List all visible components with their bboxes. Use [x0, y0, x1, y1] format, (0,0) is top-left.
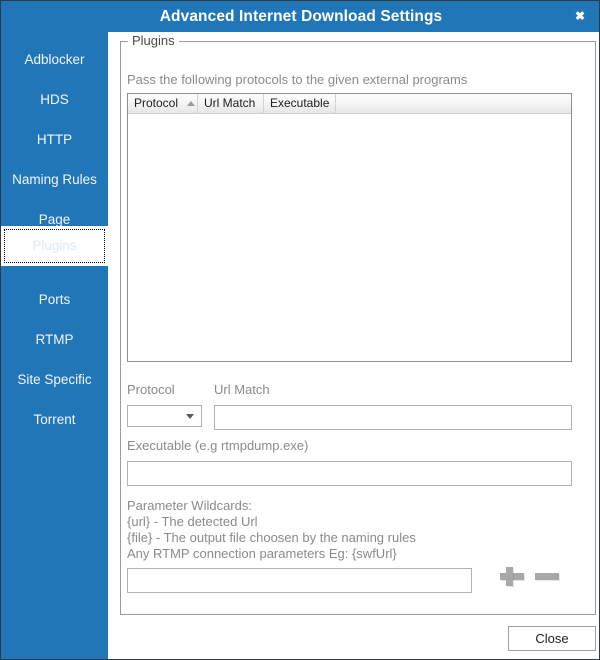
column-header-url-match[interactable]: Url Match [198, 94, 264, 113]
wildcard-line-url: {url} - The detected Url [127, 514, 258, 529]
wildcards-heading: Parameter Wildcards: [127, 498, 252, 513]
settings-dialog: Advanced Internet Download Settings ✖ Ad… [0, 0, 600, 660]
content-pane: Plugins Pass the following protocols to … [108, 32, 599, 659]
sidebar-item-site-specific[interactable]: Site Specific [1, 366, 108, 394]
sidebar-item-http[interactable]: HTTP [1, 126, 108, 154]
protocol-select[interactable] [127, 405, 202, 427]
sidebar-item-label: RTMP [35, 332, 74, 347]
column-header-protocol[interactable]: Protocol [128, 94, 198, 113]
sidebar-item-label: Naming Rules [12, 172, 97, 187]
wildcard-line-rtmp: Any RTMP connection parameters Eg: {swfU… [127, 546, 397, 561]
executable-input[interactable] [127, 461, 572, 486]
sort-ascending-icon [187, 101, 196, 107]
plus-icon-vertical [506, 567, 513, 586]
sidebar-item-adblocker[interactable]: Adblocker [1, 46, 108, 74]
sidebar-item-label: Adblocker [24, 52, 85, 67]
sidebar-item-ports[interactable]: Ports [1, 286, 108, 314]
executable-label: Executable (e.g rtmpdump.exe) [127, 438, 309, 453]
sidebar-item-label: Torrent [33, 412, 76, 427]
window-title: Advanced Internet Download Settings [159, 8, 443, 25]
close-x-icon[interactable]: ✖ [568, 1, 592, 32]
sidebar-item-naming-rules[interactable]: Naming Rules [1, 166, 108, 194]
parameters-input[interactable] [127, 568, 472, 593]
instruction-text: Pass the following protocols to the give… [127, 72, 468, 87]
group-box-title: Plugins [128, 33, 179, 48]
sidebar-item-label: HDS [40, 92, 69, 107]
url-match-input[interactable] [214, 405, 572, 430]
sidebar-item-label: HTTP [36, 132, 73, 147]
column-header-executable[interactable]: Executable [264, 94, 336, 113]
sidebar-item-torrent[interactable]: Torrent [1, 406, 108, 434]
sidebar-item-label: Page [38, 212, 71, 227]
close-button[interactable]: Close [508, 626, 596, 651]
column-header-label: Url Match [204, 96, 256, 110]
sidebar-item-hds[interactable]: HDS [1, 86, 108, 114]
table-body[interactable] [128, 114, 571, 361]
minus-icon [535, 573, 559, 580]
url-match-label: Url Match [214, 382, 270, 397]
sidebar-item-plugins[interactable]: Plugins [1, 226, 108, 266]
sidebar-item-rtmp[interactable]: RTMP [1, 326, 108, 354]
sidebar: Adblocker HDS HTTP Naming Rules Page Plu… [1, 32, 108, 659]
sidebar-item-label: Ports [38, 292, 71, 307]
add-plugin-button[interactable] [498, 562, 526, 590]
table-header-row: Protocol Url Match Executable [128, 94, 571, 114]
protocol-label: Protocol [127, 382, 175, 397]
wildcard-line-file: {file} - The output file choosen by the … [127, 530, 416, 545]
title-bar: Advanced Internet Download Settings ✖ [1, 1, 599, 32]
plugins-table[interactable]: Protocol Url Match Executable [127, 93, 572, 362]
column-header-label: Executable [270, 96, 330, 110]
column-header-filler [336, 94, 571, 113]
remove-plugin-button[interactable] [533, 562, 561, 590]
chevron-down-icon [186, 414, 194, 419]
column-header-label: Protocol [134, 96, 179, 110]
sidebar-item-label: Plugins [32, 238, 77, 253]
sidebar-item-label: Site Specific [17, 372, 92, 387]
